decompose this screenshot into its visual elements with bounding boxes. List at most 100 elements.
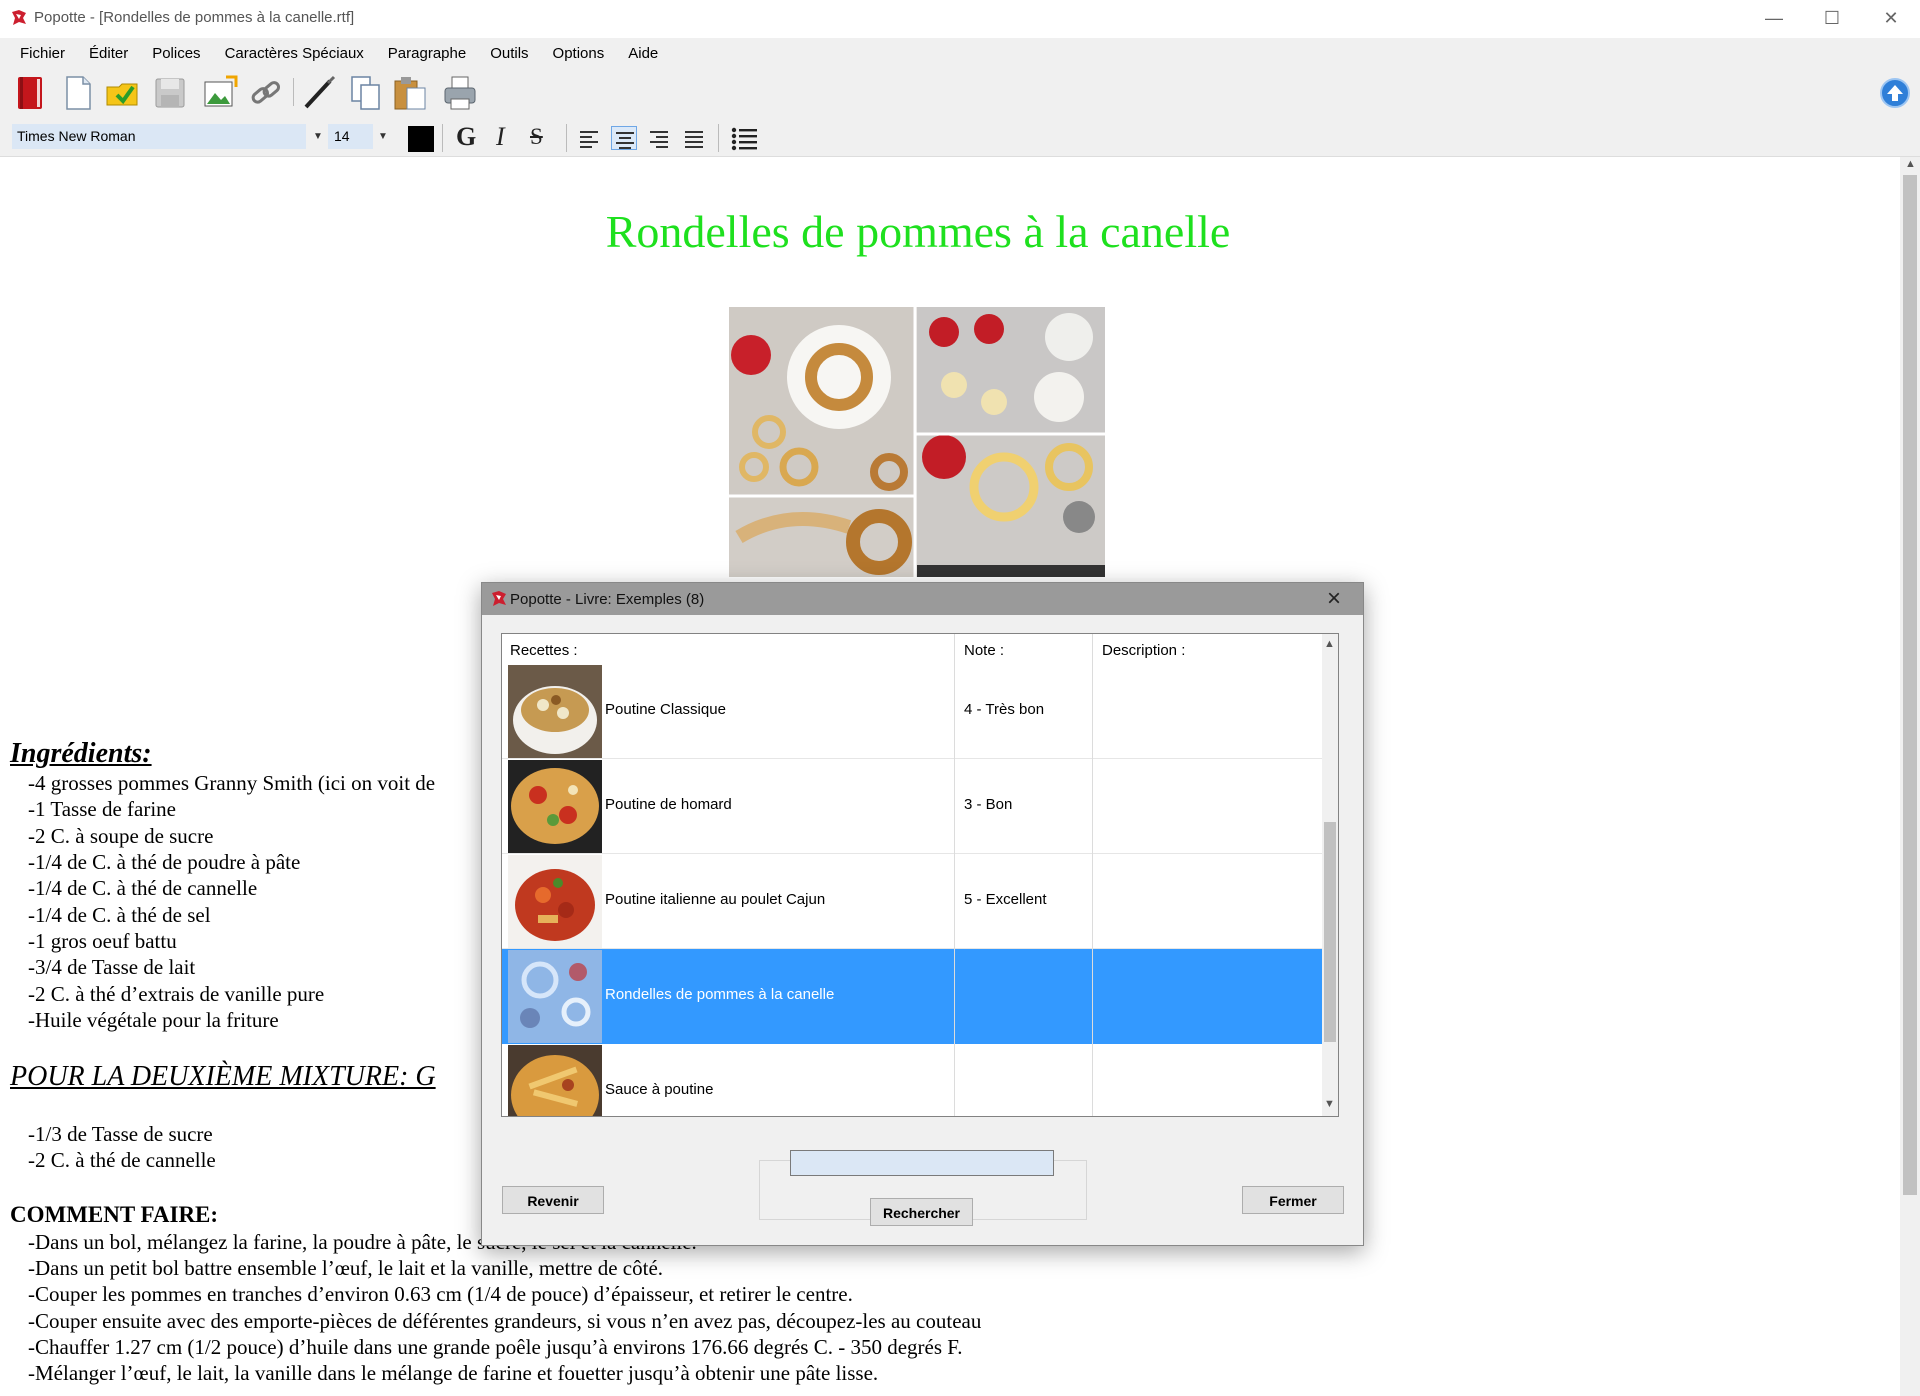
chevron-down-icon[interactable]: ▼: [1324, 1098, 1335, 1110]
dialog-close-icon[interactable]: ×: [1327, 585, 1341, 613]
ingredient-line: -1/4 de C. à thé de sel: [28, 903, 211, 927]
italic-button[interactable]: I: [496, 122, 505, 152]
recipe-list-scrollbar-thumb[interactable]: [1324, 822, 1336, 1042]
recipe-list[interactable]: Recettes : Note : Description : Poutine …: [501, 633, 1339, 1117]
document-scrollbar-thumb[interactable]: [1903, 175, 1917, 1195]
column-divider: [1092, 634, 1093, 1116]
menu-polices[interactable]: Polices: [140, 45, 212, 62]
list-header: Recettes : Note : Description :: [502, 634, 1322, 664]
menu-options[interactable]: Options: [541, 45, 617, 62]
link-icon[interactable]: [246, 73, 286, 113]
book-icon[interactable]: [10, 73, 50, 113]
list-item[interactable]: Poutine Classique 4 - Très bon: [502, 664, 1322, 759]
font-size-select[interactable]: 14: [328, 124, 373, 149]
maximize-button[interactable]: ☐: [1803, 0, 1861, 37]
ingredient-line: -2 C. à soupe de sucre: [28, 824, 214, 848]
recipe-thumbnail: [508, 760, 602, 853]
recipe-thumbnail: [508, 950, 602, 1043]
recipe-thumbnail: [508, 855, 602, 948]
recipe-thumbnail: [508, 1045, 602, 1116]
ingredient-line: -2 C. à thé de cannelle: [28, 1148, 216, 1172]
recipe-name: Sauce à poutine: [605, 1081, 714, 1098]
list-item[interactable]: Poutine de homard 3 - Bon: [502, 759, 1322, 854]
paste-icon[interactable]: [390, 73, 430, 113]
ingredient-line: -1/4 de C. à thé de poudre à pâte: [28, 850, 301, 874]
toolbar: [0, 68, 1920, 118]
ingredient-line: -1 Tasse de farine: [28, 797, 176, 821]
ingredient-line: -1/3 de Tasse de sucre: [28, 1122, 213, 1146]
toolbar-separator: [442, 124, 443, 152]
ingredient-line: -3/4 de Tasse de lait: [28, 955, 196, 979]
align-center-button[interactable]: [611, 126, 637, 150]
recipe-name: Poutine italienne au poulet Cajun: [605, 891, 826, 908]
minimize-button[interactable]: —: [1745, 0, 1803, 37]
scroll-up-arrow-icon[interactable]: ▲: [1905, 158, 1916, 170]
save-icon[interactable]: [150, 73, 190, 113]
menu-paragraphe[interactable]: Paragraphe: [376, 45, 478, 62]
chevron-down-icon[interactable]: ▼: [313, 124, 323, 149]
app-logo-icon: [492, 591, 506, 606]
copy-icon[interactable]: [346, 73, 386, 113]
align-left-button[interactable]: [576, 126, 602, 150]
recipe-name: Poutine Classique: [605, 701, 726, 718]
ingredient-line: -4 grosses pommes Granny Smith (ici on v…: [28, 771, 436, 795]
toolbar-separator: [566, 124, 567, 152]
close-dialog-button[interactable]: Fermer: [1242, 1186, 1344, 1214]
recipe-note: 4 - Très bon: [964, 701, 1045, 718]
chevron-down-icon[interactable]: ▼: [378, 124, 388, 149]
ingredient-line: -1/4 de C. à thé de cannelle: [28, 876, 258, 900]
recipe-name: Rondelles de pommes à la canelle: [605, 986, 835, 1003]
method-line: -Dans un petit bol battre ensemble l’œuf…: [28, 1256, 664, 1280]
cut-icon[interactable]: [300, 73, 340, 113]
recipe-note: 3 - Bon: [964, 796, 1013, 813]
column-header-note[interactable]: Note :: [964, 642, 1004, 659]
print-icon[interactable]: [440, 73, 480, 113]
title-bar: Popotte - [Rondelles de pommes à la cane…: [0, 0, 1920, 37]
insert-image-icon[interactable]: [200, 73, 240, 113]
recipe-photo: [729, 307, 1105, 577]
ingredient-line: -1 gros oeuf battu: [28, 929, 177, 953]
recipe-title: Rondelles de pommes à la canelle: [605, 206, 1231, 257]
align-right-button[interactable]: [646, 126, 672, 150]
ingredients-heading: Ingrédients:: [10, 738, 152, 769]
ingredient-line: -2 C. à thé d’extrais de vanille pure: [28, 982, 325, 1006]
toolbar-separator: [293, 78, 294, 106]
dialog-title: Popotte - Livre: Exemples (8): [510, 591, 705, 608]
list-item[interactable]: Poutine italienne au poulet Cajun 5 - Ex…: [502, 854, 1322, 949]
align-justify-button[interactable]: [681, 126, 707, 150]
close-button[interactable]: ✕: [1862, 0, 1920, 37]
search-input[interactable]: [790, 1150, 1054, 1176]
recipe-note: 5 - Excellent: [964, 891, 1047, 908]
scroll-to-top-button[interactable]: [1880, 78, 1910, 108]
menu-fichier[interactable]: Fichier: [0, 45, 77, 62]
arrow-up-icon: [1887, 85, 1903, 101]
recipe-thumbnail: [508, 665, 602, 758]
bullet-list-icon[interactable]: [730, 126, 760, 152]
back-button[interactable]: Revenir: [502, 1186, 604, 1214]
open-folder-icon[interactable]: [103, 73, 143, 113]
method-line: -Mélanger l’œuf, le lait, la vanille dan…: [28, 1361, 879, 1385]
app-logo-icon: [12, 10, 26, 25]
method-heading: COMMENT FAIRE:: [10, 1202, 219, 1227]
format-bar: Times New Roman ▼ 14 ▼ G I S: [0, 118, 1920, 157]
menu-aide[interactable]: Aide: [616, 45, 670, 62]
menu-caracteres-speciaux[interactable]: Caractères Spéciaux: [213, 45, 376, 62]
text-color-button[interactable]: [408, 126, 434, 152]
font-family-select[interactable]: Times New Roman: [12, 124, 306, 149]
menu-outils[interactable]: Outils: [478, 45, 540, 62]
method-line: -Chauffer 1.27 cm (1/2 pouce) d’huile da…: [28, 1335, 963, 1359]
recipe-book-dialog: Popotte - Livre: Exemples (8) × Recettes…: [481, 582, 1364, 1246]
bold-button[interactable]: G: [456, 122, 476, 152]
search-button[interactable]: Rechercher: [870, 1198, 973, 1226]
strikethrough-button[interactable]: S: [530, 122, 543, 152]
chevron-up-icon[interactable]: ▲: [1324, 638, 1335, 650]
column-header-description[interactable]: Description :: [1102, 642, 1185, 659]
menu-editer[interactable]: Éditer: [77, 45, 140, 62]
new-document-icon[interactable]: [58, 73, 98, 113]
second-mixture-heading: POUR LA DEUXIÈME MIXTURE: G: [10, 1061, 436, 1092]
list-item[interactable]: Sauce à poutine: [502, 1044, 1322, 1116]
ingredient-line: -Huile végétale pour la friture: [28, 1008, 279, 1032]
column-header-recipes[interactable]: Recettes :: [510, 642, 578, 659]
recipe-name: Poutine de homard: [605, 796, 732, 813]
list-item-selected[interactable]: Rondelles de pommes à la canelle: [502, 949, 1322, 1044]
